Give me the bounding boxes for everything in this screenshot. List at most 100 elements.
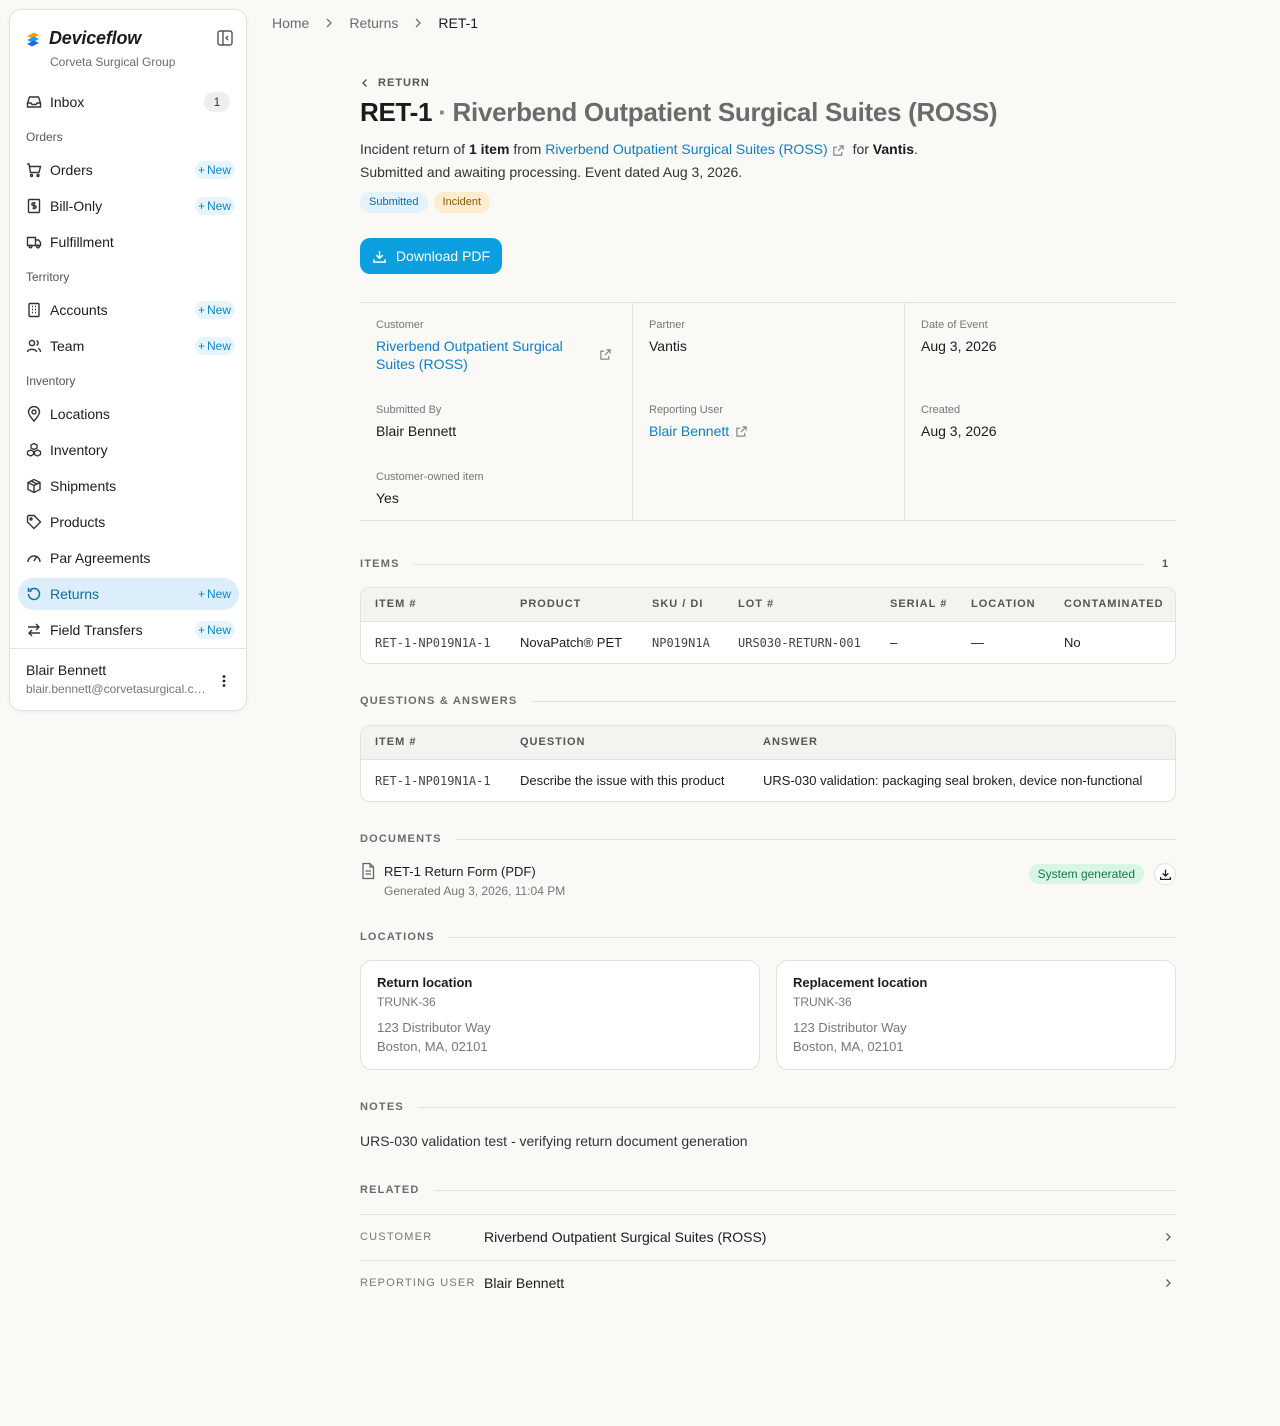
table-row[interactable]: RET-1-NP019N1A-1 NovaPatch® PET NP019N1A…: [361, 622, 1175, 663]
sidebar-item-label: Locations: [50, 406, 110, 422]
divider: [413, 563, 1144, 565]
new-return-button[interactable]: + New: [195, 585, 235, 603]
field-label: Customer: [376, 319, 424, 331]
new-bill-only-button[interactable]: + New: [194, 197, 235, 215]
cell-sku: NP019N1A: [652, 636, 710, 650]
sidebar-item-field-transfers[interactable]: Field Transfers + New: [18, 614, 239, 646]
related-value: Blair Bennett: [484, 1275, 565, 1291]
table-header: ITEM # QUESTION ANSWER: [361, 726, 1175, 760]
plus-icon: +: [197, 163, 205, 177]
divider: [455, 838, 1176, 840]
sidebar-item-returns[interactable]: Returns + New: [18, 578, 239, 610]
column-header: QUESTION: [520, 736, 586, 748]
reporting-user-link[interactable]: Blair Bennett: [649, 422, 729, 440]
sidebar-item-accounts[interactable]: Accounts + New: [18, 294, 239, 326]
external-link-icon[interactable]: [832, 144, 845, 157]
collapse-sidebar-icon[interactable]: [216, 29, 234, 47]
back-to-returns-link[interactable]: RETURN: [360, 77, 430, 89]
boxes-icon: [26, 442, 42, 458]
column-header: SKU / DI: [652, 598, 704, 610]
breadcrumb-home[interactable]: Home: [272, 15, 309, 31]
notes-section-header: NOTES: [360, 1101, 1176, 1113]
building-icon: [26, 302, 42, 318]
field-label: Reporting User: [649, 404, 723, 416]
new-order-button[interactable]: + New: [194, 161, 235, 179]
sidebar-item-team[interactable]: Team + New: [18, 330, 239, 362]
field-label: Date of Event: [921, 319, 988, 331]
sidebar-item-fulfillment[interactable]: Fulfillment: [18, 226, 239, 258]
sidebar-item-orders[interactable]: Orders + New: [18, 154, 239, 186]
field-label: Partner: [649, 319, 686, 331]
tag-icon: [26, 514, 42, 530]
chevron-right-icon: [1162, 1231, 1174, 1243]
download-document-button[interactable]: [1154, 863, 1176, 885]
download-pdf-button[interactable]: Download PDF: [360, 238, 502, 274]
sidebar-item-shipments[interactable]: Shipments: [18, 470, 239, 502]
document-title[interactable]: RET-1 Return Form (PDF): [384, 864, 536, 879]
summary-text: from: [513, 141, 542, 157]
inbox-count-badge: 1: [204, 92, 230, 112]
related-label: CUSTOMER: [360, 1231, 433, 1243]
sidebar-item-label: Products: [50, 514, 106, 530]
location-address-line1: 123 Distributor Way: [793, 1020, 907, 1035]
section-title: ITEMS: [360, 558, 400, 570]
summary-text: Incident return of: [360, 141, 466, 157]
title-separator: ·: [438, 97, 447, 127]
new-field-transfer-button[interactable]: + New: [194, 621, 235, 639]
breadcrumb: Home Returns RET-1: [272, 15, 478, 31]
plus-icon: +: [197, 623, 205, 637]
sidebar-item-locations[interactable]: Locations: [18, 398, 239, 430]
section-title: NOTES: [360, 1101, 404, 1113]
breadcrumb-current: RET-1: [438, 15, 479, 31]
date-of-event-field: Date of Event Aug 3, 2026: [921, 319, 997, 355]
section-label-orders: Orders: [26, 130, 63, 144]
section-title: RELATED: [360, 1184, 420, 1196]
more-vertical-icon[interactable]: [216, 673, 232, 689]
cell-item-number: RET-1-NP019N1A-1: [375, 636, 491, 650]
sidebar-item-inventory[interactable]: Inventory: [18, 434, 239, 466]
external-link-icon[interactable]: [599, 348, 612, 361]
new-label: New: [206, 587, 231, 601]
system-generated-badge: System generated: [1028, 864, 1144, 884]
plus-icon: +: [197, 199, 205, 213]
related-value: Riverbend Outpatient Surgical Suites (RO…: [484, 1229, 767, 1245]
sidebar-item-products[interactable]: Products: [18, 506, 239, 538]
map-pin-icon: [26, 406, 42, 422]
external-link-icon[interactable]: [735, 425, 748, 438]
details-panel: Customer Riverbend Outpatient Surgical S…: [360, 302, 1176, 521]
section-label-territory: Territory: [26, 270, 70, 284]
location-code: TRUNK-36: [377, 995, 436, 1009]
sidebar-item-inbox[interactable]: Inbox 1: [18, 86, 239, 118]
customer-link[interactable]: Riverbend Outpatient Surgical Suites (RO…: [545, 141, 827, 157]
column-header: CONTAMINATED: [1064, 598, 1164, 610]
user-menu[interactable]: Blair Bennett blair.bennett@corvetasurgi…: [10, 648, 246, 710]
details-column: Customer Riverbend Outpatient Surgical S…: [360, 303, 632, 520]
related-customer-row[interactable]: CUSTOMER Riverbend Outpatient Surgical S…: [360, 1214, 1176, 1260]
sidebar-item-label: Bill-Only: [50, 198, 103, 214]
new-account-button[interactable]: + New: [194, 301, 235, 319]
cell-location: —: [971, 635, 984, 650]
created-field: Created Aug 3, 2026: [921, 404, 997, 440]
chevron-right-icon: [411, 16, 425, 30]
partner-name: Vantis: [872, 141, 915, 157]
sidebar-item-bill-only[interactable]: Bill-Only + New: [18, 190, 239, 222]
customer-link[interactable]: Riverbend Outpatient Surgical Suites (RO…: [376, 337, 576, 373]
field-value: Vantis: [649, 338, 687, 354]
customer-owned-field: Customer-owned item Yes: [376, 471, 484, 507]
title-location: Riverbend Outpatient Surgical Suites (RO…: [452, 97, 998, 127]
breadcrumb-returns[interactable]: Returns: [349, 15, 398, 31]
related-reporting-user-row[interactable]: REPORTING USER Blair Bennett: [360, 1260, 1176, 1306]
divider: [433, 1189, 1176, 1191]
divider: [448, 936, 1176, 938]
return-location-card: Return location TRUNK-36 123 Distributor…: [360, 960, 760, 1070]
inbox-icon: [26, 94, 42, 110]
cell-item-number: RET-1-NP019N1A-1: [375, 774, 491, 788]
brand[interactable]: Deviceflow: [25, 28, 141, 49]
rotate-ccw-icon: [26, 586, 42, 602]
sidebar-item-par-agreements[interactable]: Par Agreements: [18, 542, 239, 574]
document-row: RET-1 Return Form (PDF) Generated Aug 3,…: [360, 862, 1176, 902]
page-title: RET-1 · Riverbend Outpatient Surgical Suit…: [360, 97, 998, 128]
column-header: SERIAL #: [890, 598, 948, 610]
new-team-member-button[interactable]: + New: [194, 337, 235, 355]
location-address-line2: Boston, MA, 02101: [793, 1039, 904, 1054]
